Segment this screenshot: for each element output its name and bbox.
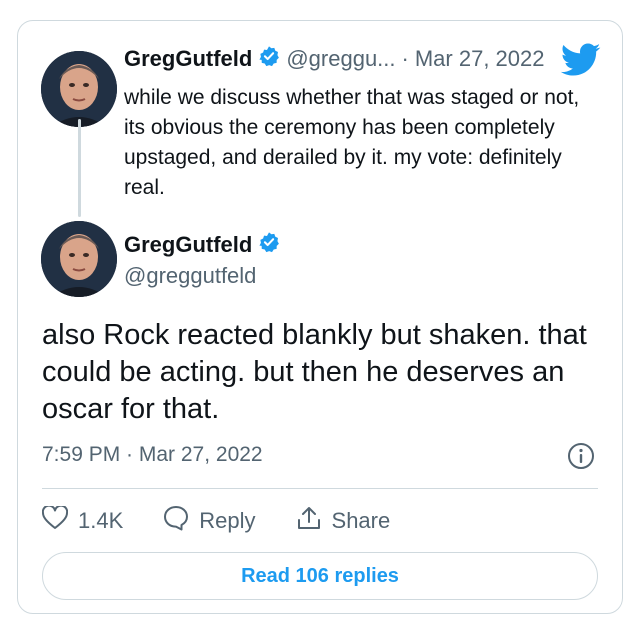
quoted-handle[interactable]: @greggu... (286, 46, 395, 72)
thread-connector-line (78, 119, 81, 217)
speech-bubble-icon (163, 505, 189, 537)
tweet-timestamp[interactable]: 7:59 PM · Mar 27, 2022 (42, 443, 263, 467)
verified-badge-icon (258, 45, 280, 72)
share-label: Share (331, 508, 391, 533)
author-handle[interactable]: @greggutfeld (124, 263, 256, 289)
reply-label: Reply (199, 508, 256, 533)
quoted-date[interactable]: Mar 27, 2022 (415, 46, 545, 72)
tweet-text: also Rock reacted blankly but shaken. th… (42, 319, 587, 425)
share-arrow-icon (296, 505, 322, 537)
author-display-name[interactable]: GregGutfeld (124, 232, 252, 258)
action-bar: 1.4K Reply Share (41, 504, 430, 537)
quoted-tweet-text: while we discuss whether that was staged… (124, 86, 580, 199)
verified-badge-icon (258, 231, 280, 258)
avatar[interactable] (41, 221, 117, 297)
like-count: 1.4K (78, 508, 124, 533)
like-button[interactable]: 1.4K (41, 504, 124, 536)
share-button[interactable]: Share (296, 505, 391, 537)
quoted-display-name[interactable]: GregGutfeld (124, 46, 252, 72)
divider (42, 488, 598, 489)
avatar[interactable] (41, 51, 117, 127)
avatar-image (41, 221, 117, 297)
quoted-tweet-header: GregGutfeld @greggu... · Mar 27, 2022 (124, 45, 545, 72)
avatar-image (41, 51, 117, 127)
heart-icon (41, 504, 69, 536)
tweet-embed-card: GregGutfeld @greggu... · Mar 27, 2022 wh… (17, 20, 623, 614)
reply-button[interactable]: Reply (163, 505, 256, 537)
twitter-bird-icon[interactable] (560, 43, 601, 82)
read-replies-button[interactable]: Read 106 replies (42, 552, 598, 600)
author-name-row: GregGutfeld (124, 231, 280, 258)
info-icon[interactable] (567, 442, 595, 475)
meta-separator: · (401, 45, 409, 71)
